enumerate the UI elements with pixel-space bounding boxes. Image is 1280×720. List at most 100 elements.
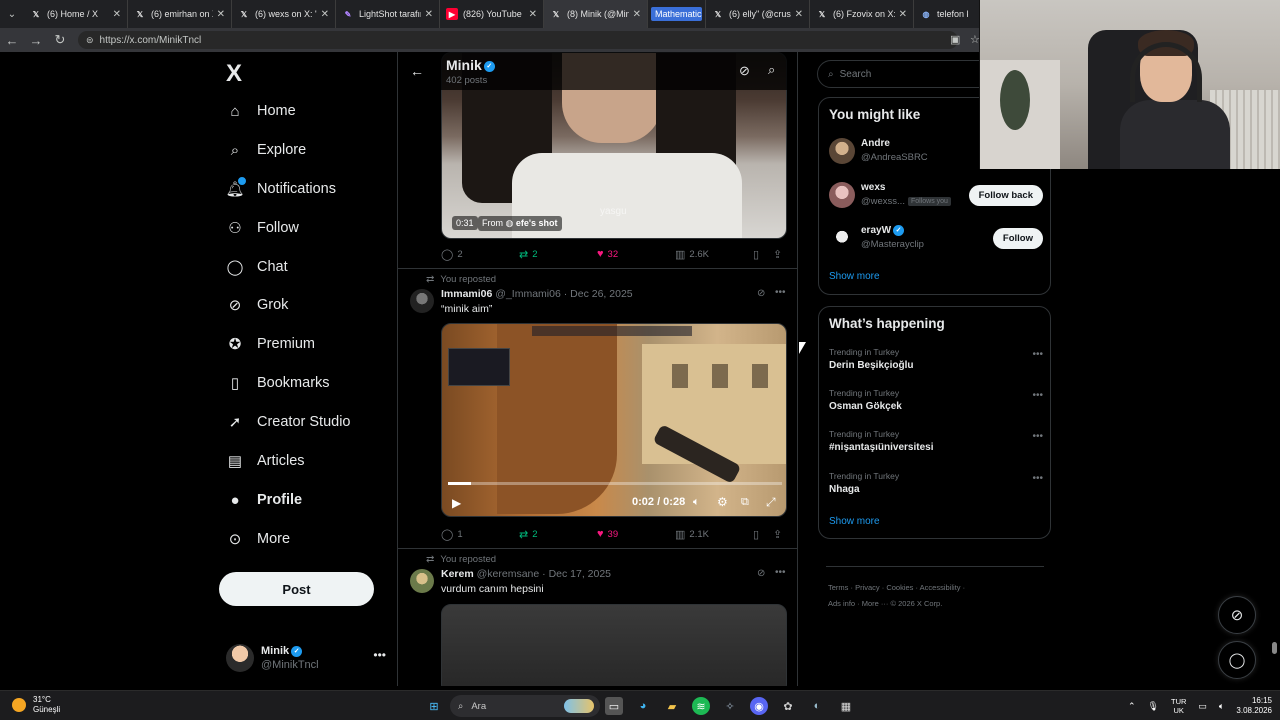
steam-icon[interactable]: ◐: [808, 697, 826, 715]
search-icon[interactable]: ⌕: [768, 62, 775, 78]
more-dots-icon[interactable]: •••: [373, 648, 386, 662]
bookmark-button[interactable]: ▯: [753, 248, 763, 261]
spotify-icon[interactable]: ≋: [692, 697, 710, 715]
nav-grok[interactable]: ⊘ Grok: [226, 290, 289, 320]
tweet-video[interactable]: [441, 604, 787, 686]
volume-icon[interactable]: 🔈︎: [693, 496, 700, 509]
close-tab-icon[interactable]: ✕: [633, 9, 641, 20]
avatar[interactable]: [410, 289, 434, 313]
edge-icon[interactable]: ◕: [634, 697, 652, 715]
nav-more[interactable]: ⊙ More: [226, 524, 290, 554]
grok-icon[interactable]: ⊘: [757, 288, 765, 299]
trend-item[interactable]: Trending in Turkey #nişantaşıüniversites…: [829, 429, 1043, 459]
views-button[interactable]: ▥ 2.1K: [675, 528, 709, 541]
more-dots-icon[interactable]: •••: [1032, 349, 1043, 360]
nav-profile[interactable]: ● Profile: [226, 485, 302, 515]
account-switcher[interactable]: Minik ✓ @MinikTncl •••: [226, 640, 386, 676]
bookmark-button[interactable]: ▯: [753, 528, 763, 541]
discord-icon[interactable]: ◉: [750, 697, 768, 715]
author-handle[interactable]: @keremsane: [477, 568, 540, 580]
author-name[interactable]: Immami06: [441, 288, 492, 300]
video-source-label[interactable]: From ◍ efe's shot: [478, 216, 562, 231]
author-handle[interactable]: @_Immami06: [495, 288, 561, 300]
browser-tab[interactable]: 𝕏 (6) emirhan on X: " ✕: [128, 0, 232, 28]
footer-line-2[interactable]: Ads info · More ··· © 2026 X Corp.: [828, 596, 1048, 612]
input-language[interactable]: TUR UK: [1171, 697, 1186, 715]
footer-line-1[interactable]: Terms · Privacy · Cookies · Accessibilit…: [828, 580, 1048, 596]
close-tab-icon[interactable]: ✕: [321, 9, 329, 20]
close-tab-icon[interactable]: ✕: [217, 9, 225, 20]
back-arrow-icon[interactable]: ←: [410, 63, 424, 79]
share-button[interactable]: ⇪: [773, 528, 786, 541]
close-tab-icon[interactable]: ✕: [899, 9, 907, 20]
more-dots-icon[interactable]: •••: [1032, 431, 1043, 442]
game-launcher-icon[interactable]: ✧: [721, 697, 739, 715]
tweet-date[interactable]: Dec 17, 2025: [549, 568, 611, 580]
share-button[interactable]: ⇪: [773, 248, 786, 261]
browser-tab[interactable]: 𝕏 (6) elly" (@crushca ✕: [706, 0, 810, 28]
avatar[interactable]: [410, 569, 434, 593]
calculator-icon[interactable]: ▦: [837, 697, 855, 715]
tab-list-chevron-icon[interactable]: ⌄: [0, 0, 24, 28]
reload-icon[interactable]: ↻: [48, 32, 72, 48]
trend-item[interactable]: Trending in Turkey Osman Gökçek •••: [829, 388, 1043, 418]
close-tab-icon[interactable]: ✕: [529, 9, 537, 20]
browser-tab-active[interactable]: 𝕏 (8) Minik (@MinikTn ✕: [544, 0, 648, 28]
show-more-link[interactable]: Show more: [829, 271, 880, 282]
close-tab-icon[interactable]: ✕: [113, 9, 121, 20]
grok-floating-button[interactable]: ⊘: [1218, 596, 1256, 634]
reply-button[interactable]: ◯ 1: [441, 528, 463, 541]
browser-tab[interactable]: ◍ telefon k: [914, 0, 974, 28]
like-button[interactable]: ♥ 39: [597, 528, 618, 540]
more-dots-icon[interactable]: •••: [775, 287, 786, 298]
picture-in-picture-icon[interactable]: ⧉: [741, 496, 749, 509]
chatgpt-icon[interactable]: ✿: [779, 697, 797, 715]
tweet-video-player[interactable]: ▶ 0:02 / 0:28 🔈︎ ⚙ ⧉ ⤢: [441, 323, 787, 517]
url-field[interactable]: ⊜ https://x.com/MinikTncl: [78, 31, 958, 49]
microphone-icon[interactable]: 🎙︎: [1148, 701, 1159, 712]
browser-tab[interactable]: ▶ (826) YouTube ✕: [440, 0, 544, 28]
nav-bookmarks[interactable]: ▯ Bookmarks: [226, 368, 330, 398]
x-logo-icon[interactable]: X: [226, 60, 242, 88]
browser-tab[interactable]: 𝕏 (6) Home / X ✕: [24, 0, 128, 28]
nav-notifications[interactable]: 🔔︎ Notifications: [225, 174, 336, 204]
translate-icon[interactable]: ▣: [950, 33, 960, 46]
reply-button[interactable]: ◯ 2: [441, 248, 463, 261]
task-view-icon[interactable]: ▭: [605, 697, 623, 715]
tweet-date[interactable]: Dec 26, 2025: [570, 288, 632, 300]
chat-floating-button[interactable]: ◯: [1218, 641, 1256, 679]
nav-premium[interactable]: ✪ Premium: [226, 329, 315, 359]
settings-gear-icon[interactable]: ⚙: [717, 495, 728, 509]
repost-button[interactable]: ⇄ 2: [519, 528, 538, 541]
fullscreen-icon[interactable]: ⤢: [766, 495, 776, 510]
footer-links[interactable]: Terms · Privacy · Cookies · Accessibilit…: [828, 580, 1048, 612]
follow-back-button[interactable]: Follow back: [968, 185, 1043, 206]
nav-follow[interactable]: ⚇ Follow: [226, 213, 299, 243]
browser-tab[interactable]: 𝕏 (6) wexs on X: "esk ✕: [232, 0, 336, 28]
post-button[interactable]: Post: [219, 572, 374, 606]
volume-icon[interactable]: 🔈︎: [1219, 701, 1224, 712]
tab-group-mathematics[interactable]: Mathematics: [648, 0, 706, 28]
repost-button[interactable]: ⇄ 2: [519, 248, 538, 261]
network-icon[interactable]: ▭: [1198, 701, 1207, 712]
back-icon[interactable]: ←: [0, 33, 24, 48]
taskbar-clock[interactable]: 16:15 3.08.2026: [1226, 696, 1272, 716]
follow-button[interactable]: Follow: [992, 228, 1043, 249]
file-explorer-icon[interactable]: ▰: [663, 697, 681, 715]
nav-home[interactable]: ⌂ Home: [226, 96, 295, 126]
nav-chat[interactable]: ◯ Chat: [226, 252, 288, 282]
video-progress-bar[interactable]: [448, 482, 782, 485]
author-name[interactable]: Kerem: [441, 568, 474, 580]
more-dots-icon[interactable]: •••: [775, 567, 786, 578]
nav-articles[interactable]: ▤ Articles: [226, 446, 305, 476]
suggested-user[interactable]: wexs @wexss... Follows you Follow back: [829, 180, 1043, 210]
play-icon[interactable]: ▶: [452, 496, 461, 510]
tray-overflow-icon[interactable]: ⌃: [1128, 701, 1136, 712]
site-info-icon[interactable]: ⊜: [86, 35, 94, 46]
trend-item[interactable]: Trending in Turkey Nhaga •••: [829, 471, 1043, 501]
suggested-user[interactable]: erayW ✓ @Masterayclip Follow: [829, 223, 1043, 253]
weather-widget[interactable]: 31°C Güneşli: [12, 695, 60, 715]
views-button[interactable]: ▥ 2.6K: [675, 248, 709, 261]
trend-item[interactable]: Trending in Turkey Derin Beşikçioğlu •••: [829, 347, 1043, 377]
nav-explore[interactable]: ⌕ Explore: [226, 135, 306, 165]
